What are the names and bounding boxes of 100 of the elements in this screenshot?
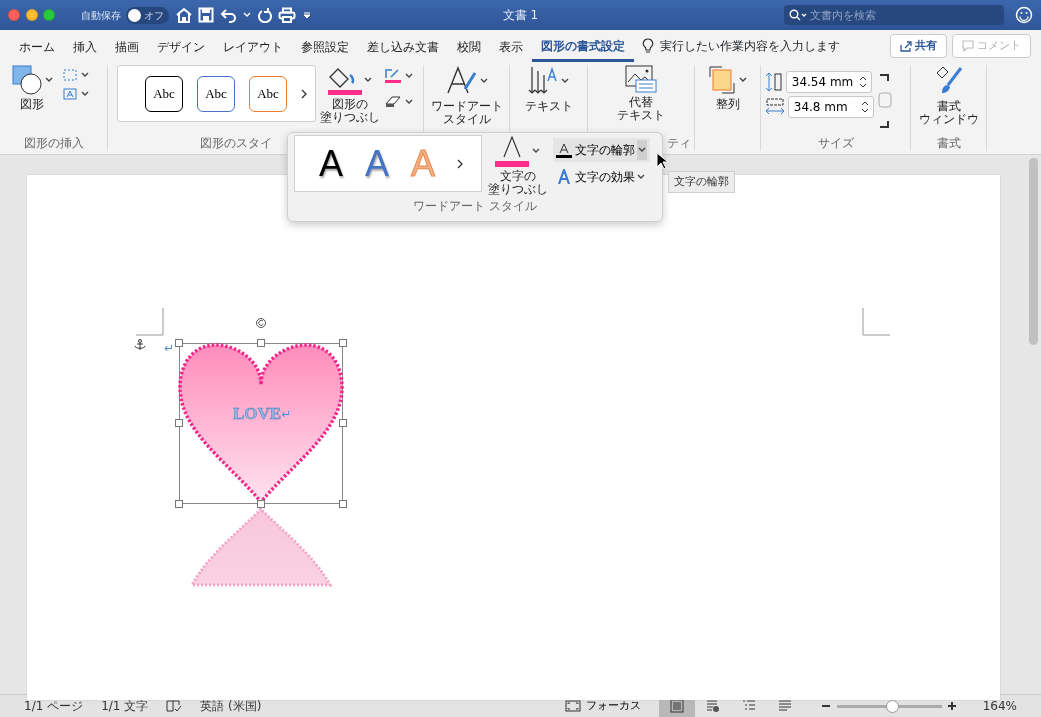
language[interactable]: 英語 (米国) — [200, 697, 262, 715]
autosave-toggle[interactable]: オフ — [126, 6, 169, 24]
arrange-label: 整列 — [715, 97, 740, 111]
group-label: 書式 — [936, 136, 961, 150]
home-icon[interactable] — [174, 7, 193, 23]
resize-handle[interactable] — [257, 339, 265, 347]
margin-corner-icon — [862, 308, 890, 336]
text-fill-label: 塗りつぶし — [487, 182, 548, 197]
resize-handle[interactable] — [339, 339, 347, 347]
focus-button[interactable]: フォーカス — [564, 697, 642, 715]
rotate-handle-icon[interactable] — [256, 318, 266, 328]
chevron-icon[interactable] — [301, 88, 307, 99]
ribbon-tab[interactable]: 挿入 — [64, 32, 106, 60]
alt-text-label: 代替 — [629, 95, 653, 109]
ribbon-tab[interactable]: 校閲 — [448, 32, 490, 60]
ribbon-tab[interactable]: ホーム — [10, 32, 64, 60]
ribbon-tab[interactable]: 差し込み文書 — [358, 32, 448, 60]
ribbon-tab[interactable]: 描画 — [106, 32, 148, 60]
resize-handle[interactable] — [339, 500, 347, 508]
draft-view-icon[interactable] — [777, 699, 794, 713]
shapes-label: 図形 — [20, 97, 45, 111]
caret-icon[interactable] — [738, 77, 747, 83]
share-button[interactable]: 共有 — [890, 33, 947, 59]
ribbon-tab[interactable]: デザイン — [148, 32, 214, 60]
text-outline-button[interactable]: 文字の輪郭 — [553, 137, 650, 162]
caret-icon[interactable] — [531, 148, 540, 154]
tooltip-label: 文字の輪郭 — [668, 171, 735, 193]
zoom-in-icon[interactable] — [947, 701, 958, 711]
pen-outline-icon[interactable] — [384, 67, 402, 84]
wordart-preset[interactable]: A — [319, 145, 343, 182]
anchor-icon — [134, 339, 146, 351]
chevron-icon[interactable] — [457, 158, 464, 169]
glow-letter-icon — [555, 169, 572, 186]
margin-corner-icon — [136, 308, 164, 336]
eraser-icon[interactable] — [384, 94, 402, 109]
web-layout-icon[interactable] — [705, 699, 722, 713]
resize-handle[interactable] — [175, 339, 183, 347]
ribbon-tab[interactable]: 表示 — [490, 32, 532, 60]
caret-icon[interactable] — [637, 174, 646, 181]
lock-aspect-icon[interactable] — [877, 71, 892, 131]
resize-handle[interactable] — [339, 419, 347, 427]
caret-icon[interactable] — [560, 78, 569, 84]
group-label: 図形のスタイ — [200, 136, 272, 150]
search-field[interactable]: 文書内を検索 — [784, 5, 1004, 25]
style-preset[interactable]: Abc — [249, 75, 287, 112]
undo-icon[interactable] — [219, 7, 238, 23]
proofing-icon[interactable] — [166, 699, 183, 713]
text-label: テキスト — [524, 99, 573, 113]
word-count: 1/1 文字 — [101, 698, 149, 715]
window-title: 文書 1 — [502, 7, 539, 24]
outline-letter-icon — [555, 141, 572, 158]
zoom-button[interactable] — [43, 9, 55, 21]
wordart-styles-label: ワードアート — [430, 99, 503, 113]
wordart-preset[interactable]: A — [365, 145, 390, 182]
outline-view-icon[interactable] — [741, 699, 758, 713]
height-field[interactable]: 34.54 mm — [785, 71, 872, 93]
stepper-icon[interactable] — [860, 99, 869, 114]
shape-fill-label: 塗りつぶし — [320, 110, 380, 125]
caret-icon[interactable] — [637, 139, 648, 160]
style-preset[interactable]: Abc — [197, 75, 235, 112]
redo-icon[interactable] — [256, 7, 273, 23]
share-icon — [900, 40, 912, 52]
paragraph-mark: ↵ — [281, 407, 292, 420]
focus-icon — [564, 700, 581, 712]
customize-caret-icon[interactable] — [301, 10, 312, 20]
caret-icon[interactable] — [404, 72, 413, 79]
page-count: 1/1 ページ — [24, 698, 84, 715]
mouse-pointer-icon — [656, 152, 668, 170]
scrollbar-thumb[interactable] — [1029, 158, 1038, 345]
width-field[interactable]: 34.8 mm — [787, 95, 874, 118]
minimize-button[interactable] — [25, 9, 38, 21]
tell-me-field[interactable]: 実行したい作業内容を入力します — [660, 37, 840, 55]
smiley-icon[interactable] — [1015, 6, 1033, 24]
ribbon-tab[interactable]: レイアウト — [214, 32, 292, 60]
zoom-percent[interactable]: 164% — [982, 697, 1017, 715]
caret-icon[interactable] — [479, 78, 488, 84]
picture-icon[interactable] — [625, 65, 657, 93]
text-effects-button[interactable]: 文字の効果 — [553, 167, 650, 188]
caret-icon[interactable] — [81, 71, 89, 78]
resize-handle[interactable] — [175, 500, 183, 508]
height-icon — [765, 72, 783, 92]
style-preset[interactable]: Abc — [145, 75, 183, 112]
caret-icon[interactable] — [81, 91, 89, 98]
paragraph-mark: ↵ — [164, 342, 175, 354]
shapes-icon[interactable] — [12, 65, 42, 95]
resize-handle[interactable] — [257, 500, 265, 508]
caret-icon[interactable] — [364, 77, 373, 83]
toggle-label: オフ — [144, 8, 164, 23]
text-fill-icon[interactable] — [495, 135, 530, 167]
stepper-icon[interactable] — [858, 75, 867, 89]
caret-icon[interactable] — [404, 98, 413, 105]
print-icon[interactable] — [278, 7, 296, 23]
autosave-label: 自動保存 — [80, 8, 121, 23]
shape-fill-label: 図形の — [332, 97, 368, 111]
save-icon[interactable] — [198, 7, 214, 23]
alt-text-label: テキスト — [617, 108, 665, 123]
caret-icon[interactable] — [44, 77, 53, 83]
comment-icon — [962, 40, 975, 52]
resize-handle[interactable] — [175, 419, 183, 427]
ribbon-tab[interactable]: 参照設定 — [292, 32, 358, 60]
